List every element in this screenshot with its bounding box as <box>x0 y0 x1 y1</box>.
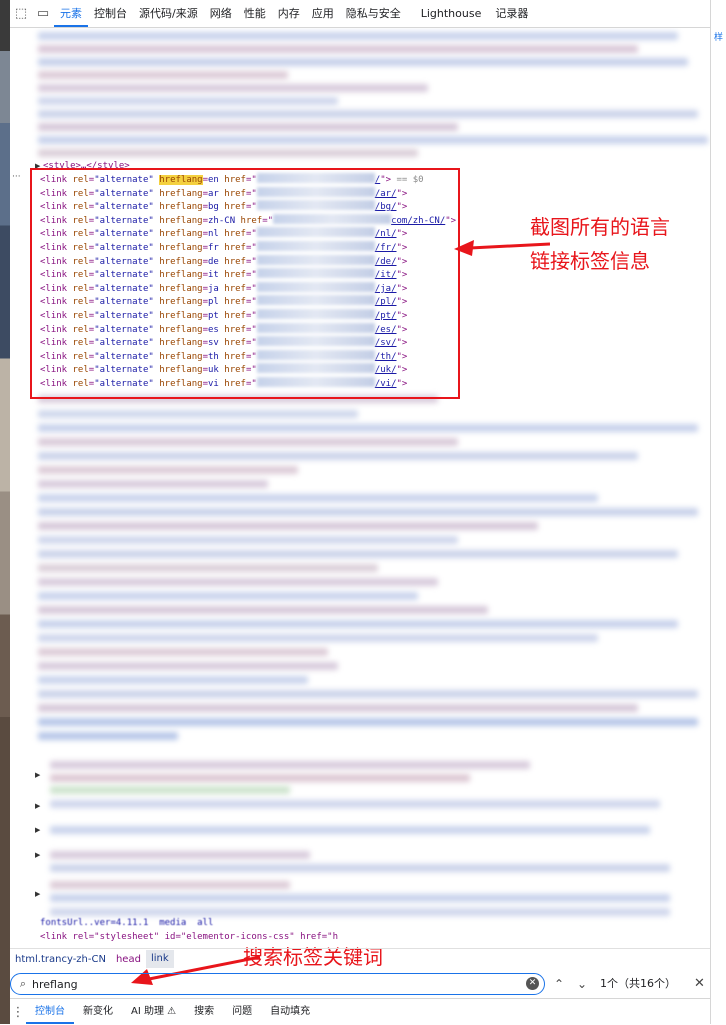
blurred-code-line <box>38 452 638 460</box>
tab-network[interactable]: 网络 <box>204 1 238 27</box>
blurred-code-line <box>38 58 688 66</box>
blurred-code-line <box>38 136 708 144</box>
devtools-tabbar: ⬚ ▭ 元素 控制台 源代码/来源 网络 性能 内存 应用 隐私与安全 Ligh… <box>10 0 710 28</box>
drawer-tab-whats-new[interactable]: 新变化 <box>74 1000 122 1024</box>
tab-performance[interactable]: 性能 <box>238 1 272 27</box>
expand-triangle-icon[interactable]: ▶ <box>35 802 40 810</box>
side-panel-tab[interactable]: 样 <box>714 30 723 43</box>
blurred-code-line <box>38 71 288 79</box>
blurred-code-line <box>50 786 290 794</box>
blurred-code-line <box>38 466 298 474</box>
tab-console[interactable]: 控制台 <box>88 1 133 27</box>
inspect-element-icon[interactable]: ⬚ <box>10 1 32 27</box>
selected-line-dots-icon[interactable]: ··· <box>12 172 21 182</box>
blurred-code-line <box>38 564 378 572</box>
expand-triangle-icon[interactable]: ▶ <box>35 851 40 859</box>
clear-search-icon[interactable]: ✕ <box>526 977 539 990</box>
blurred-code-line <box>38 149 418 157</box>
partial-code-line: fontsUrl..ver=4.11.1 media all <box>40 918 214 928</box>
search-icon: ⌕ <box>19 977 27 990</box>
blurred-code-line <box>38 84 428 92</box>
blurred-code-line <box>38 690 698 698</box>
blurred-code-line <box>38 620 678 628</box>
blurred-code-line <box>38 32 678 40</box>
tab-recorder[interactable]: 记录器 <box>489 1 534 27</box>
tab-sources[interactable]: 源代码/来源 <box>133 1 204 27</box>
dom-tree: ▶ <style>…</style> <link rel="alternate"… <box>10 28 710 946</box>
close-icon[interactable]: ✕ <box>694 974 705 994</box>
blurred-code-line <box>38 704 638 712</box>
expand-triangle-icon[interactable]: ▶ <box>35 890 40 898</box>
drawer-tabbar: ⋮ 控制台 新变化 AI 助理 ⚠ 搜索 问题 自动填充 <box>10 998 726 1025</box>
annotation-text-top-1: 截图所有的语言 <box>530 215 670 239</box>
chevron-down-icon[interactable]: ⌄ <box>573 974 591 994</box>
search-match-count: 1个（共16个） <box>600 977 676 990</box>
blurred-code-line <box>38 676 308 684</box>
blurred-code-line <box>38 732 178 740</box>
breadcrumb-head[interactable]: head <box>111 954 146 965</box>
drawer-tab-autofill[interactable]: 自动填充 <box>261 1000 319 1024</box>
device-toolbar-icon[interactable]: ▭ <box>32 1 54 27</box>
blurred-code-line <box>50 761 530 769</box>
blurred-code-line <box>38 480 268 488</box>
expand-triangle-icon[interactable]: ▶ <box>35 826 40 834</box>
blurred-code-line <box>50 826 650 834</box>
search-input[interactable] <box>32 977 502 991</box>
devtools-panel: ⬚ ▭ 元素 控制台 源代码/来源 网络 性能 内存 应用 隐私与安全 Ligh… <box>10 0 726 1025</box>
search-field: ⌕ ✕ <box>10 973 545 995</box>
styles-side-panel: 样 <box>710 0 726 1024</box>
more-options-icon[interactable]: ⋮ <box>10 1005 26 1020</box>
breadcrumb-html[interactable]: html.trancy-zh-CN <box>10 954 111 965</box>
blurred-code-line <box>38 508 698 516</box>
drawer-tab-console[interactable]: 控制台 <box>26 1000 74 1024</box>
blurred-code-line <box>38 648 328 656</box>
blurred-code-line <box>38 110 698 118</box>
annotation-red-box <box>30 168 460 399</box>
blurred-code-line <box>50 894 670 902</box>
breadcrumb-link[interactable]: link <box>145 950 174 968</box>
blurred-code-line <box>38 424 698 432</box>
blurred-code-line <box>50 864 670 872</box>
annotation-text-top-2: 链接标签信息 <box>530 249 650 273</box>
blurred-code-line <box>50 800 660 808</box>
blurred-code-line <box>50 851 310 859</box>
blurred-code-line <box>38 718 698 726</box>
blurred-code-line <box>50 881 290 889</box>
blurred-code-line <box>38 494 598 502</box>
search-bar: ⌕ ✕ ⌃ ⌄ 1个（共16个） ✕ <box>10 970 726 998</box>
breadcrumb: html.trancy-zh-CN head link <box>10 948 710 969</box>
blurred-code-line <box>50 908 670 916</box>
chevron-up-icon[interactable]: ⌃ <box>550 974 568 994</box>
blurred-code-line <box>38 634 598 642</box>
tab-privacy-security[interactable]: 隐私与安全 <box>340 1 407 27</box>
blurred-code-line <box>38 97 338 105</box>
blurred-code-line <box>38 578 438 586</box>
blurred-code-line <box>38 550 678 558</box>
tab-elements[interactable]: 元素 <box>54 1 88 27</box>
blurred-code-line <box>38 592 418 600</box>
tab-memory[interactable]: 内存 <box>272 1 306 27</box>
blurred-code-line <box>38 606 488 614</box>
blurred-code-line <box>38 438 458 446</box>
blurred-code-line <box>38 123 458 131</box>
expand-triangle-icon[interactable]: ▶ <box>35 771 40 779</box>
blurred-code-line <box>38 410 358 418</box>
drawer-tab-ai-assistant[interactable]: AI 助理 ⚠ <box>122 1000 185 1024</box>
tab-lighthouse[interactable]: Lighthouse <box>407 1 490 27</box>
tab-application[interactable]: 应用 <box>306 1 340 27</box>
background-desktop-strip <box>0 0 10 1024</box>
drawer-tab-search[interactable]: 搜索 <box>185 1000 223 1024</box>
blurred-code-line <box>38 45 638 53</box>
blurred-code-line <box>38 662 338 670</box>
blurred-code-line <box>50 774 470 782</box>
blurred-code-line <box>38 522 538 530</box>
drawer-tab-issues[interactable]: 问题 <box>223 1000 261 1024</box>
blurred-code-line <box>38 536 458 544</box>
